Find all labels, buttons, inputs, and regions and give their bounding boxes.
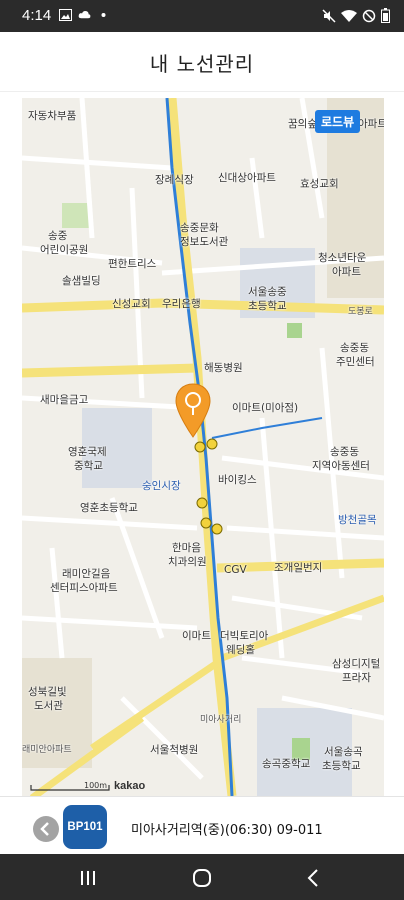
map-label: 우리은행	[162, 298, 201, 310]
map-label: 영훈국제	[68, 446, 107, 458]
scale-label: 100m	[84, 781, 108, 790]
map-label: 한마음	[172, 542, 201, 554]
map-label: 주민센터	[336, 356, 375, 368]
route-line-branch	[211, 417, 323, 439]
page-title: 내 노선관리	[149, 52, 255, 76]
map-label: 정보도서관	[180, 236, 229, 248]
map-label: 송중문화	[180, 222, 219, 234]
header: 내 노선관리	[0, 32, 404, 92]
map-label: 새마을금고	[40, 394, 89, 406]
battery-icon	[381, 8, 390, 23]
route-badge[interactable]: BP101	[63, 805, 107, 849]
map-label: 도서관	[34, 700, 63, 712]
map-label: 초등학교	[248, 300, 287, 312]
map-label: 래미안아파트	[22, 745, 72, 755]
map-label: 초등학교	[322, 760, 361, 772]
map-label: 성북길빛	[28, 686, 67, 698]
map-label: 조개일번지	[274, 562, 323, 574]
map-label: 신대상아파트	[218, 172, 276, 184]
map-label: 자동차부품	[28, 110, 77, 122]
cloud-icon	[78, 10, 91, 19]
status-left-icons	[59, 9, 110, 21]
map-view[interactable]: 자동차부품 장례식장 신대상아파트 효성교회 송중문화 정보도서관 송중 어린이…	[22, 98, 384, 796]
map-label: 삼성디지털	[332, 658, 381, 670]
map-label: 숭인시장	[142, 480, 181, 492]
map-label: 편한트리스	[108, 258, 157, 270]
status-time: 4:14	[22, 7, 52, 24]
map-label: 해동병원	[204, 362, 243, 374]
map-label: 중학교	[74, 460, 103, 472]
dot-icon	[101, 13, 106, 17]
map-label: 도봉로	[348, 307, 373, 317]
map-label: 방천골목	[338, 514, 377, 526]
map-label: 센터피스아파트	[50, 582, 118, 594]
previous-button[interactable]	[33, 816, 59, 842]
mute-icon	[322, 8, 336, 23]
chevron-left-icon	[40, 822, 49, 836]
map-label: 미아사거리	[200, 715, 242, 725]
map-label: 서울송중	[248, 286, 287, 298]
kakao-logo: kakao	[114, 780, 146, 792]
route-description: 미아사거리역(중)(06:30) 09-011	[131, 823, 323, 838]
map-label: 아파트	[332, 266, 361, 278]
image-icon	[59, 9, 72, 21]
map-label: 서울척병원	[150, 744, 199, 756]
home-button[interactable]	[190, 866, 214, 890]
roadview-button[interactable]: 로드뷰	[315, 110, 361, 133]
map-label: 서울송곡	[324, 746, 363, 758]
wifi-icon	[341, 9, 357, 22]
map-label: 효성교회	[300, 178, 339, 190]
map-label: 솔샘빌딩	[62, 275, 101, 287]
map-scale-bar: 100m	[30, 781, 110, 794]
map-label: 어린이공원	[40, 244, 89, 256]
map-label: 이마트	[182, 630, 211, 642]
map-label: 이마트(미아점)	[232, 402, 299, 414]
map-label: 영훈초등학교	[80, 502, 138, 514]
map-label: 바이킹스	[218, 474, 257, 486]
map-label: 송중	[48, 230, 68, 242]
recent-apps-button[interactable]	[76, 866, 100, 890]
map-label: 송중동	[330, 446, 359, 458]
system-nav-bar	[0, 854, 404, 900]
map-label: 더빅토리아	[220, 630, 269, 642]
map-label: 지역아동센터	[312, 460, 370, 472]
map-label: 송곡중학교	[262, 758, 311, 770]
back-button[interactable]	[302, 866, 326, 890]
map-label: 웨딩홀	[226, 644, 255, 656]
map-label: 신성교회	[112, 298, 151, 310]
map-label: 프라자	[342, 672, 371, 684]
map-label: 꿈의숲	[288, 118, 317, 130]
map-label: 송중동	[340, 342, 369, 354]
map-label: 청소년타운	[318, 252, 367, 264]
map-label: 치과의원	[168, 556, 207, 568]
map-label: 아파트	[358, 118, 384, 130]
no-disturb-icon	[362, 9, 376, 22]
route-info-bar: BP101 미아사거리역(중)(06:30) 09-011	[0, 796, 404, 854]
status-bar: 4:14	[0, 0, 404, 32]
location-pin-icon[interactable]	[175, 383, 211, 439]
status-right-icons	[322, 8, 390, 23]
park-area	[287, 323, 302, 338]
map-label: 래미안길음	[62, 568, 111, 580]
map-label: 장례식장	[155, 174, 194, 186]
map-label: CGV	[224, 564, 247, 576]
